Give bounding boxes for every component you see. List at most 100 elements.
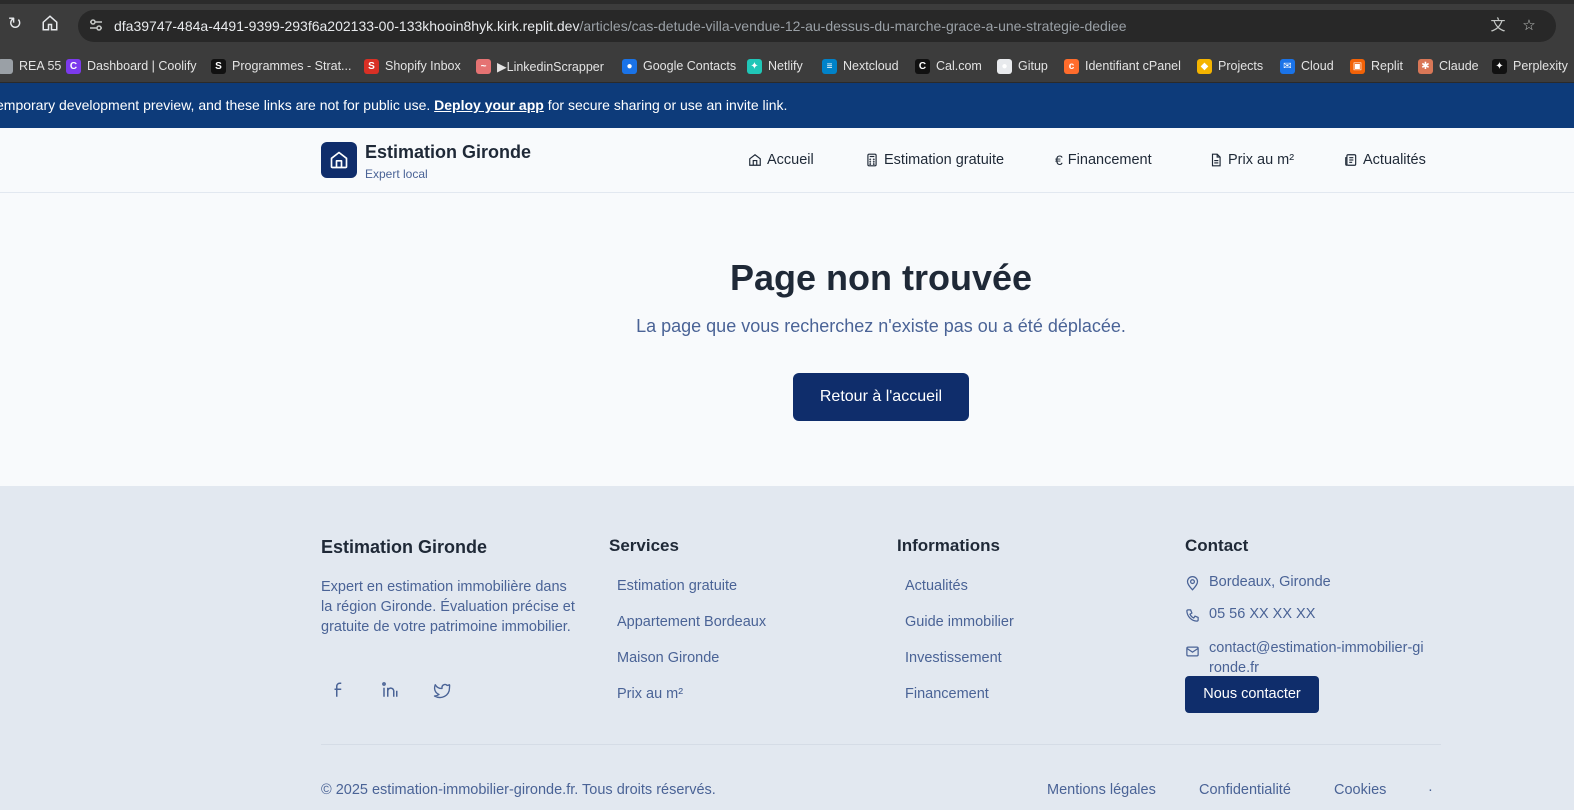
deploy-link[interactable]: Deploy your app [434, 97, 544, 113]
footer-divider [321, 744, 1441, 745]
contact-phone-text: 05 56 XX XX XX [1209, 606, 1316, 622]
site-footer: Estimation Gironde Expert en estimation … [0, 486, 1574, 810]
bookmark-item[interactable]: ~ ▶LinkedinScrapper [476, 56, 604, 76]
privacy-link[interactable]: Confidentialité [1199, 782, 1291, 798]
linkedin-icon[interactable] [380, 680, 400, 700]
nav-accueil[interactable]: Accueil [748, 152, 814, 168]
nav-actualites[interactable]: Actualités [1344, 152, 1426, 168]
home-icon [749, 154, 761, 166]
perplexity-icon: ✦ [1492, 58, 1507, 74]
footer-link-guide[interactable]: Guide immobilier [905, 614, 1014, 630]
nav-label: Financement [1067, 152, 1152, 168]
nav-estimation-gratuite[interactable]: Estimation gratuite [865, 152, 1004, 168]
replit-icon: ▣ [1350, 58, 1365, 74]
bookmark-item[interactable]: C Cal.com [915, 56, 982, 76]
bookmark-item[interactable]: ✦ Netlify [747, 56, 803, 76]
bookmark-label: ▶LinkedinScrapper [497, 59, 604, 74]
contact-us-button[interactable]: Nous contacter [1185, 676, 1319, 713]
footer-link-investissement[interactable]: Investissement [905, 650, 1002, 666]
page-subtitle: La page que vous recherchez n'existe pas… [636, 316, 1126, 336]
bookmark-item[interactable]: S Programmes - Strat... [211, 56, 351, 76]
bookmark-item[interactable]: REA 55 [0, 56, 61, 76]
site-settings-icon[interactable] [88, 17, 104, 33]
nav-label: Accueil [767, 152, 814, 168]
document-icon [1211, 153, 1221, 167]
main-content: Page non trouvée La page que vous recher… [0, 193, 1574, 486]
legal-separator-dot: · [1428, 782, 1433, 798]
bookmark-label: REA 55 [19, 59, 62, 73]
bookmark-item[interactable]: c Identifiant cPanel [1064, 56, 1181, 76]
nav-prix-au-m2[interactable]: Prix au m² [1209, 152, 1294, 168]
bookmark-item[interactable]: C Dashboard | Coolify [66, 56, 197, 76]
brand-title[interactable]: Estimation Gironde [365, 142, 531, 163]
bookmark-label: Cloud [1301, 59, 1334, 73]
home-logo-icon [330, 151, 348, 169]
map-pin-icon [1186, 576, 1199, 591]
contacts-icon: ● [622, 58, 637, 74]
bookmark-item[interactable]: ● Google Contacts [622, 56, 736, 76]
footer-link-financement[interactable]: Financement [905, 686, 989, 702]
url-host: dfa39747-484a-4491-9399-293f6a202133-00-… [114, 18, 580, 34]
bookmark-label: Google Contacts [643, 59, 737, 73]
calculator-icon [867, 153, 877, 167]
contact-title: Contact [1185, 536, 1249, 555]
netlify-icon: ✦ [747, 58, 762, 74]
bookmark-label: Identifiant cPanel [1085, 59, 1181, 73]
claude-icon: ✱ [1418, 58, 1433, 74]
mail-icon [1186, 646, 1199, 657]
newspaper-icon [1345, 154, 1357, 166]
footer-link-appartement[interactable]: Appartement Bordeaux [617, 614, 766, 630]
bookmark-label: Replit [1371, 59, 1403, 73]
legal-mentions-link[interactable]: Mentions légales [1047, 782, 1156, 798]
tab-strip [0, 0, 1574, 4]
facebook-icon[interactable] [329, 680, 349, 700]
bookmark-label: Programmes - Strat... [232, 59, 352, 73]
s-icon: S [364, 58, 379, 74]
bookmark-item[interactable]: ✦ Perplexity [1492, 56, 1568, 76]
back-home-button[interactable]: Retour à l'accueil [793, 373, 969, 421]
cookies-link[interactable]: Cookies [1334, 782, 1386, 798]
contact-phone[interactable]: 05 56 XX XX XX [1185, 606, 1315, 623]
footer-link-estimation[interactable]: Estimation gratuite [617, 578, 737, 594]
bookmark-star-icon[interactable]: ☆ [1519, 16, 1539, 36]
reload-icon[interactable]: ↻ [5, 14, 25, 34]
bookmarks-bar: REA 55 C Dashboard | Coolify S Programmes - … [0, 50, 1574, 83]
scraper-icon: ~ [476, 58, 491, 74]
bookmark-item[interactable]: ≡ Nextcloud [822, 56, 899, 76]
s-icon: S [211, 58, 226, 74]
footer-link-actualites[interactable]: Actualités [905, 578, 968, 594]
address-bar[interactable]: dfa39747-484a-4491-9399-293f6a202133-00-… [78, 10, 1556, 42]
contact-location: Bordeaux, Gironde [1185, 574, 1331, 591]
nav-label: Estimation gratuite [884, 152, 1005, 168]
footer-link-prix[interactable]: Prix au m² [617, 686, 683, 702]
bookmark-item[interactable]: S Shopify Inbox [364, 56, 461, 76]
bookmark-item[interactable]: ✱ Claude [1418, 56, 1479, 76]
projects-icon: ◆ [1197, 58, 1212, 74]
nav-label: Actualités [1363, 152, 1426, 168]
url-text[interactable]: dfa39747-484a-4491-9399-293f6a202133-00-… [114, 18, 1127, 34]
bookmark-item[interactable]: ◆ Projects [1197, 56, 1263, 76]
brand-subtitle: Expert local [365, 167, 428, 181]
footer-link-maison[interactable]: Maison Gironde [617, 650, 719, 666]
euro-icon: € [1055, 152, 1063, 168]
nav-label: Prix au m² [1228, 152, 1295, 168]
page-icon [0, 58, 13, 74]
bookmark-item[interactable]: ▣ Replit [1350, 56, 1403, 76]
bookmark-label: Shopify Inbox [385, 59, 461, 73]
dev-preview-banner: emporary development preview, and these … [0, 83, 1574, 128]
cal-icon: C [915, 58, 930, 74]
page-title: Page non trouvée [729, 257, 1033, 298]
bookmark-item[interactable]: ✉ Cloud [1280, 56, 1334, 76]
logo[interactable] [321, 142, 357, 178]
site-header: Estimation Gironde Expert local Accueil … [0, 128, 1574, 193]
twitter-icon[interactable] [432, 680, 452, 700]
contact-email[interactable]: contact@estimation-immobilier-gironde.fr [1185, 638, 1425, 678]
copyright: © 2025 estimation-immobilier-gironde.fr.… [321, 782, 716, 798]
bookmark-item[interactable]: ● Gitup [997, 56, 1048, 76]
home-button-icon[interactable] [40, 14, 60, 34]
nav-financement[interactable]: € Financement [1055, 152, 1152, 168]
informations-title: Informations [897, 536, 1000, 555]
translate-icon[interactable]: 文 [1488, 16, 1508, 36]
services-title: Services [609, 536, 679, 555]
bookmark-label: Cal.com [936, 59, 982, 73]
